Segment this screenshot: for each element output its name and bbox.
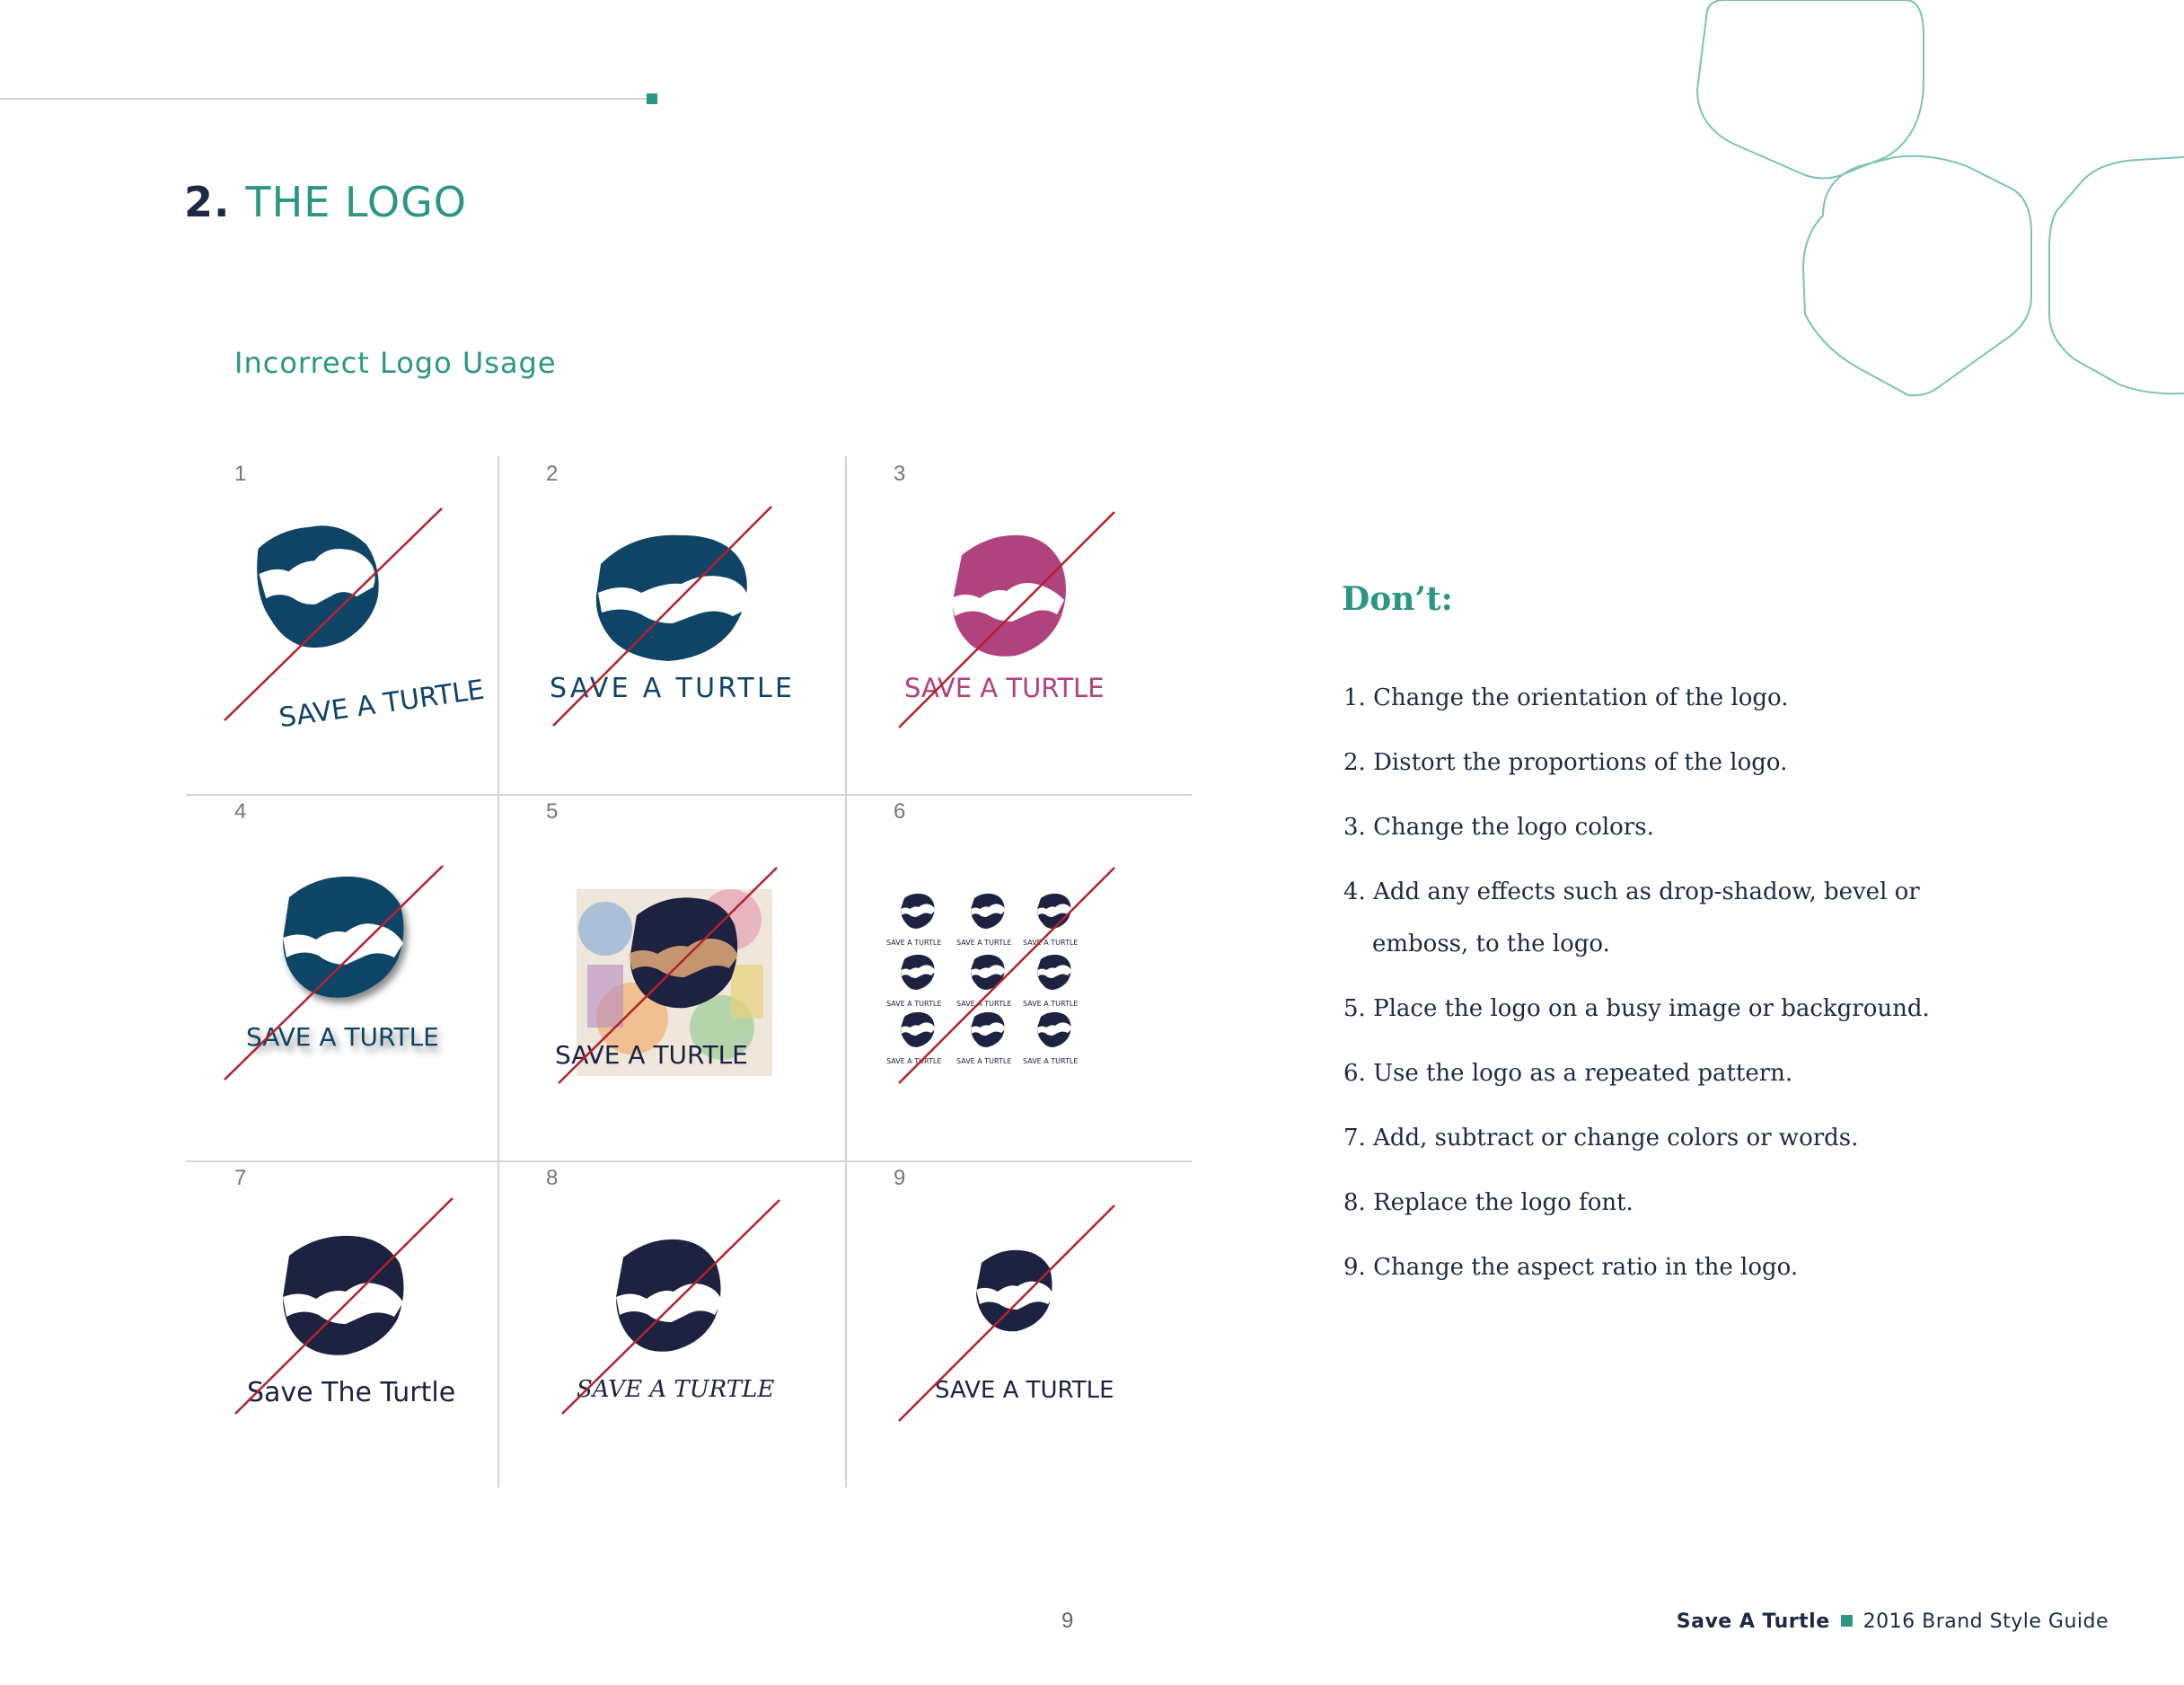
footer-guide-title: 2016 Brand Style Guide [1863, 1610, 2109, 1633]
strike-line [898, 1204, 1115, 1422]
section-title: 2. THE LOGO [184, 178, 467, 226]
strike-line [224, 865, 444, 1081]
example-6: 6 SAVE A TURTLE SAVE A TURTLE SAVE A TUR… [845, 794, 1179, 1139]
footer-brand: Save A Turtle [1676, 1610, 1830, 1633]
dont-heading: Don’t: [1342, 580, 1453, 618]
example-8: 8 SAVE A TURTLE [498, 1160, 832, 1505]
rule-item: 1. Change the orientation of the logo. [1343, 684, 1789, 711]
example-1: 1 SAVE A TURTLE [186, 456, 520, 801]
incorrect-usage-grid: 1 SAVE A TURTLE 2 SAVE A TURTLE 3 SAVE A… [186, 456, 1192, 1487]
footer: Save A Turtle 2016 Brand Style Guide [1677, 1610, 2109, 1633]
strike-line [234, 1197, 454, 1415]
page-number: 9 [1061, 1609, 1074, 1633]
rule-item: 7. Add, subtract or change colors or wor… [1343, 1125, 1859, 1151]
accent-square [647, 93, 657, 104]
strike-line [898, 867, 1115, 1084]
rule-item: 9. Change the aspect ratio in the logo. [1343, 1254, 1799, 1281]
strike-line [561, 1199, 780, 1415]
example-4: 4 SAVE A TURTLE [186, 794, 520, 1139]
rule-item: 5. Place the logo on a busy image or bac… [1343, 995, 1930, 1022]
strike-line [558, 867, 778, 1084]
rule-item: 6. Use the logo as a repeated pattern. [1343, 1060, 1793, 1087]
footer-square-icon [1840, 1615, 1853, 1627]
example-5: 5 SAVE A TURTLE [498, 794, 832, 1139]
top-rule [0, 98, 647, 100]
dont-rules-list: 1. Change the orientation of the logo. 2… [1343, 672, 1990, 1306]
subtitle: Incorrect Logo Usage [234, 346, 557, 380]
rule-item: 4. Add any effects such as drop-shadow, … [1343, 878, 1920, 957]
strike-line [224, 507, 443, 721]
rule-item: 3. Change the logo colors. [1343, 814, 1654, 841]
strike-line [552, 506, 772, 727]
section-number: 2. [184, 178, 231, 226]
strike-line [898, 511, 1115, 728]
example-9: 9 SAVE A TURTLE [845, 1160, 1179, 1505]
hexagon-decoration [1695, 0, 2184, 397]
example-3: 3 SAVE A TURTLE [845, 456, 1179, 801]
rule-item: 8. Replace the logo font. [1343, 1189, 1634, 1216]
example-2: 2 SAVE A TURTLE [498, 456, 832, 801]
example-7: 7 Save The Turtle [186, 1160, 520, 1505]
rule-item: 2. Distort the proportions of the logo. [1343, 749, 1788, 776]
section-title-text: THE LOGO [245, 178, 467, 226]
